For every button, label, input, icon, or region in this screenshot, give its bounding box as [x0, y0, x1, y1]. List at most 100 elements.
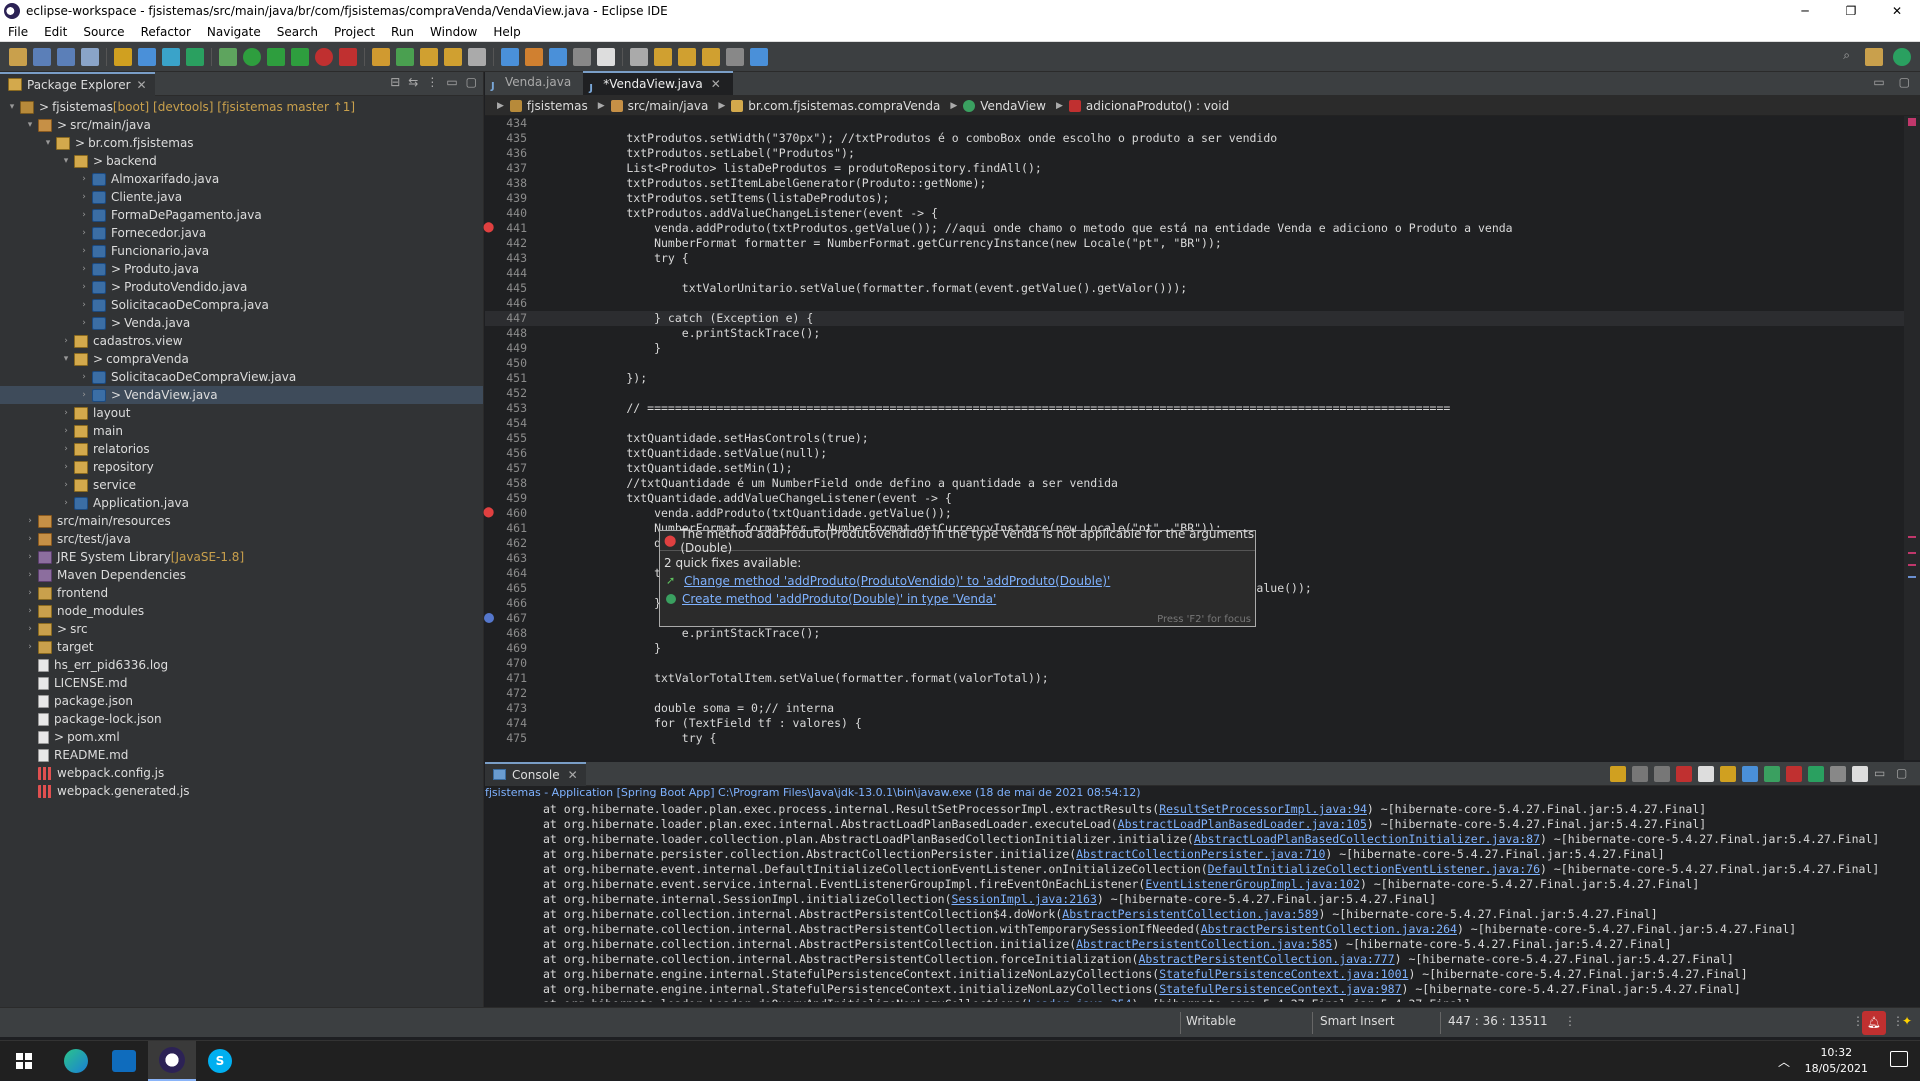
- editor-overview-ruler[interactable]: [1904, 116, 1920, 760]
- collapsed-chevron-icon[interactable]: ›: [60, 494, 72, 512]
- tree-item[interactable]: ▾ > br.com.fjsistemas: [0, 134, 483, 152]
- chevron-up-icon[interactable]: ︿: [1778, 1053, 1790, 1070]
- save-icon[interactable]: [33, 47, 51, 66]
- coverage-icon[interactable]: [267, 47, 285, 66]
- tree-item[interactable]: › > Venda.java: [0, 314, 483, 332]
- gutter[interactable]: [485, 191, 497, 206]
- minimize-view-icon[interactable]: ▭: [446, 75, 457, 89]
- stack-frame-link[interactable]: Loader.java:354: [1028, 997, 1132, 1002]
- code-line[interactable]: 458 //txtQuantidade é um NumberField ond…: [485, 476, 1920, 491]
- gutter[interactable]: [485, 626, 497, 641]
- menu-search[interactable]: Search: [269, 25, 326, 39]
- expanded-chevron-icon[interactable]: ▾: [60, 350, 72, 368]
- gutter[interactable]: [485, 656, 497, 671]
- minimize-view-icon[interactable]: ▭: [1874, 766, 1890, 782]
- collapsed-chevron-icon[interactable]: ›: [78, 260, 90, 278]
- code-line[interactable]: 469 }: [485, 641, 1920, 656]
- code-area[interactable]: 434 435 txtProdutos.setWidth("370px"); //…: [483, 116, 1920, 760]
- gutter[interactable]: [485, 476, 497, 491]
- stack-frame-link[interactable]: AbstractLoadPlanBasedCollectionInitializ…: [1194, 832, 1540, 846]
- gutter[interactable]: [485, 716, 497, 731]
- minimize-button[interactable]: ─: [1782, 0, 1828, 22]
- collapsed-chevron-icon[interactable]: ›: [60, 404, 72, 422]
- relaunch-icon[interactable]: [1610, 766, 1626, 782]
- collapsed-chevron-icon[interactable]: ›: [60, 476, 72, 494]
- menu-run[interactable]: Run: [383, 25, 422, 39]
- tree-item[interactable]: › Maven Dependencies: [0, 566, 483, 584]
- code-line[interactable]: 459 txtQuantidade.addValueChangeListener…: [485, 491, 1920, 506]
- spring-icon[interactable]: [162, 47, 180, 66]
- code-line[interactable]: 437 List<Produto> listaDeProdutos = prod…: [485, 161, 1920, 176]
- breadcrumb-class[interactable]: VendaView: [963, 99, 1046, 113]
- gutter[interactable]: [485, 206, 497, 221]
- code-line[interactable]: 475 try {: [485, 731, 1920, 746]
- quick-fix-create-method[interactable]: Create method 'addProduto(Double)' in ty…: [660, 590, 1255, 608]
- close-button[interactable]: ✕: [1874, 0, 1920, 22]
- gutter[interactable]: [485, 266, 497, 281]
- collapsed-chevron-icon[interactable]: ›: [78, 206, 90, 224]
- collapsed-chevron-icon[interactable]: ›: [78, 386, 90, 404]
- new-java-project-icon[interactable]: [372, 47, 390, 66]
- maximize-view-icon[interactable]: ▢: [1899, 75, 1910, 89]
- show-stdout-icon[interactable]: [1764, 766, 1780, 782]
- code-line[interactable]: 468 e.printStackTrace();: [485, 626, 1920, 641]
- gutter[interactable]: [485, 596, 497, 611]
- tree-item[interactable]: ▾ > compraVenda: [0, 350, 483, 368]
- show-whitespace-icon[interactable]: [597, 47, 615, 66]
- word-wrap-icon[interactable]: [1742, 766, 1758, 782]
- start-button[interactable]: [0, 1041, 48, 1081]
- minimize-view-icon[interactable]: ▭: [1873, 75, 1884, 89]
- menu-window[interactable]: Window: [422, 25, 485, 39]
- tree-item[interactable]: › FormaDePagamento.java: [0, 206, 483, 224]
- code-line[interactable]: 444: [485, 266, 1920, 281]
- gutter[interactable]: [485, 176, 497, 191]
- tab-console[interactable]: Console ✕: [485, 761, 586, 786]
- taskbar-eclipse[interactable]: [148, 1041, 196, 1081]
- close-icon[interactable]: ✕: [568, 768, 578, 782]
- new-class-icon[interactable]: [396, 47, 414, 66]
- terminate-icon[interactable]: [339, 47, 357, 66]
- collapsed-chevron-icon[interactable]: ›: [60, 440, 72, 458]
- next-annotation-icon[interactable]: [678, 47, 696, 66]
- tree-item[interactable]: package-lock.json: [0, 710, 483, 728]
- tree-item[interactable]: › > src: [0, 620, 483, 638]
- collapsed-chevron-icon[interactable]: ›: [60, 458, 72, 476]
- close-icon[interactable]: ✕: [711, 77, 721, 91]
- annotation-icon[interactable]: [630, 47, 648, 66]
- error-marker[interactable]: [1908, 552, 1916, 554]
- gutter[interactable]: ⬤: [483, 221, 497, 236]
- menu-navigate[interactable]: Navigate: [199, 25, 269, 39]
- stack-frame-link[interactable]: StatefulPersistenceContext.java:987: [1159, 982, 1401, 996]
- menu-edit[interactable]: Edit: [36, 25, 75, 39]
- notification-bell-icon[interactable]: 🔔︎: [1862, 1011, 1886, 1035]
- tab-package-explorer[interactable]: Package Explorer ✕: [0, 71, 155, 96]
- link-editor-icon[interactable]: ⇆: [408, 75, 418, 89]
- tree-item[interactable]: ▾ > fjsistemas [boot] [devtools] [fjsistem…: [0, 98, 483, 116]
- tree-item[interactable]: hs_err_pid6336.log: [0, 656, 483, 674]
- collapsed-chevron-icon[interactable]: ›: [60, 422, 72, 440]
- gutter[interactable]: [485, 386, 497, 401]
- taskbar-skype[interactable]: S: [196, 1041, 244, 1081]
- expanded-chevron-icon[interactable]: ▾: [42, 134, 54, 152]
- forward-icon[interactable]: [726, 47, 744, 66]
- code-line[interactable]: 446: [485, 296, 1920, 311]
- debug-icon[interactable]: [219, 47, 237, 66]
- scroll-lock-icon[interactable]: [1720, 766, 1736, 782]
- code-line[interactable]: 450: [485, 356, 1920, 371]
- tab-vendaview-java[interactable]: J *VendaView.java ✕: [583, 71, 733, 95]
- maximize-view-icon[interactable]: ▢: [466, 75, 477, 89]
- highlight-icon[interactable]: [525, 47, 543, 66]
- gutter[interactable]: [485, 236, 497, 251]
- collapsed-chevron-icon[interactable]: ›: [24, 638, 36, 656]
- gutter[interactable]: [485, 686, 497, 701]
- collapsed-chevron-icon[interactable]: ›: [78, 368, 90, 386]
- gutter[interactable]: [485, 341, 497, 356]
- gutter[interactable]: [485, 116, 497, 131]
- remove-launch-icon[interactable]: [1632, 766, 1648, 782]
- collapsed-chevron-icon[interactable]: ›: [78, 224, 90, 242]
- save-all-icon[interactable]: [57, 47, 75, 66]
- tree-item[interactable]: › relatorios: [0, 440, 483, 458]
- tree-item[interactable]: › > VendaView.java: [0, 386, 483, 404]
- back-icon[interactable]: [702, 47, 720, 66]
- tab-venda-java[interactable]: J Venda.java: [485, 71, 583, 95]
